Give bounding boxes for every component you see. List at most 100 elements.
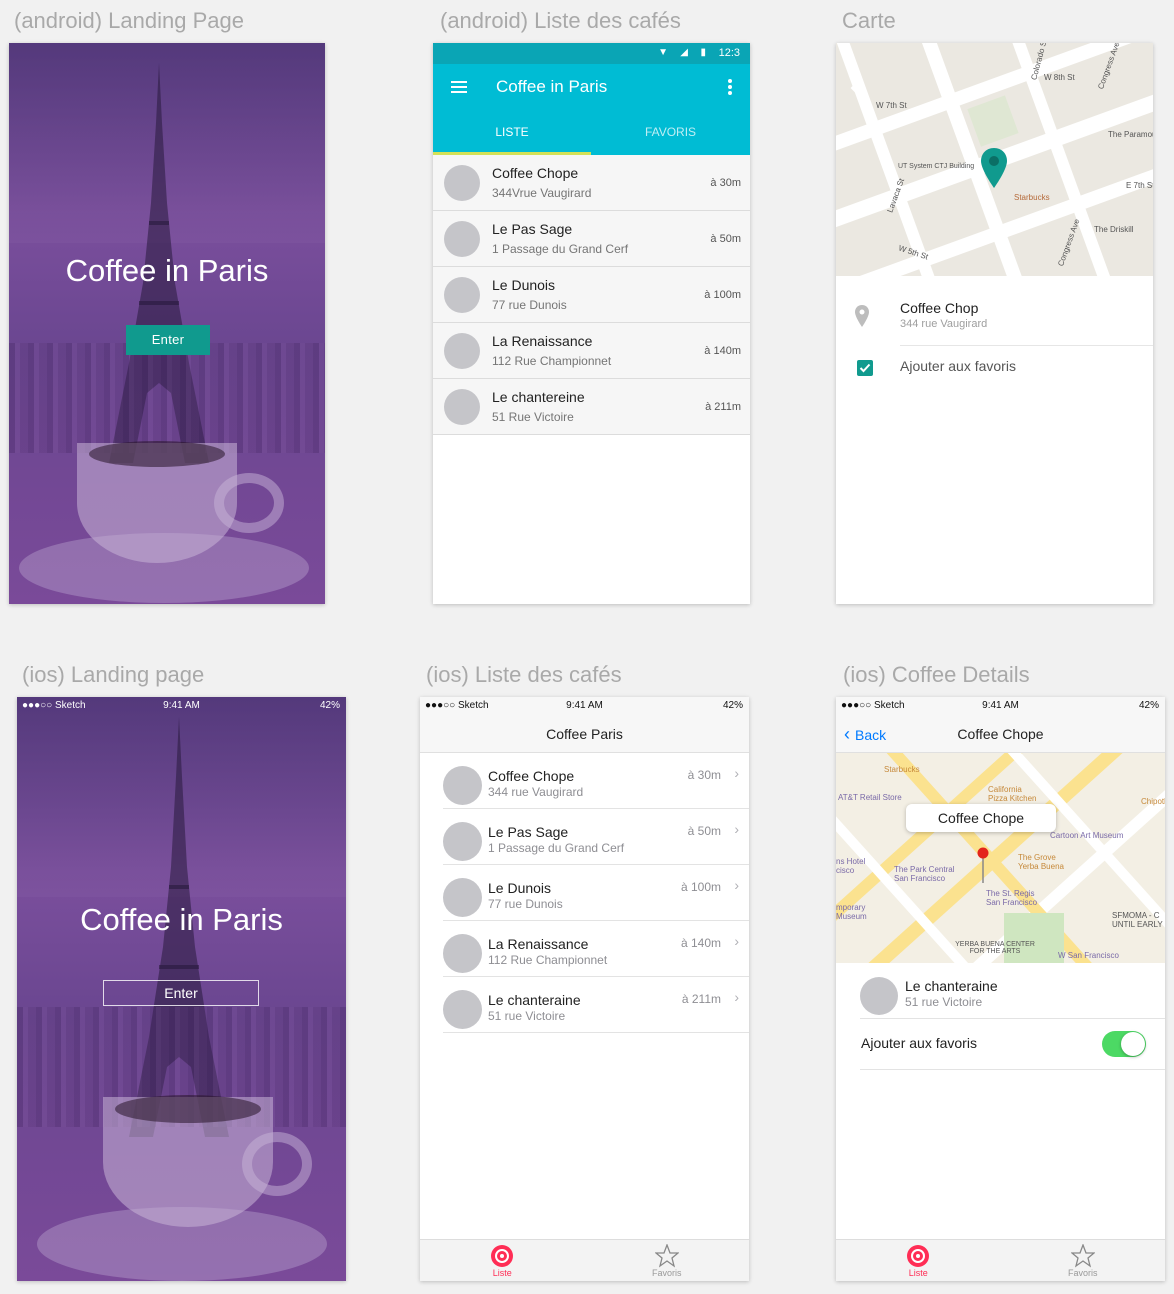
liste-tab-icon: [491, 1245, 514, 1267]
map-pin-icon[interactable]: [977, 847, 989, 883]
chevron-right-icon: ›: [734, 877, 739, 893]
cafe-address: 51 Rue Victoire: [492, 410, 574, 424]
nav-bar: Coffee Paris: [420, 715, 749, 753]
tab-bar: Liste Favoris: [836, 1239, 1165, 1281]
tab-favoris[interactable]: FAVORIS: [591, 111, 750, 155]
list-item[interactable]: Le Pas Sage 1 Passage du Grand Cerf à 50m ›: [443, 809, 749, 865]
ios-list-screen: ●●●○○ Sketch 9:41 AM 42% Coffee Paris Co…: [420, 697, 749, 1281]
map-label: YERBA BUENA CENTER FOR THE ARTS: [955, 941, 1035, 955]
cafe-address: 112 Rue Championnet: [492, 354, 612, 368]
cafe-distance: à 30m: [710, 177, 741, 189]
place-address: 51 rue Victoire: [905, 995, 983, 1009]
status-time: 12:3: [718, 47, 740, 59]
place-address: 344 rue Vaugirard: [900, 318, 988, 330]
cafe-name: Le Dunois: [492, 277, 556, 293]
coffee-surface-image: [89, 441, 225, 467]
map-label: W 8th St: [1044, 73, 1075, 82]
list-item[interactable]: Le chanteraine 51 rue Victoire à 211m ›: [443, 977, 749, 1033]
cafe-distance: à 50m: [687, 824, 721, 838]
favorite-label: Ajouter aux favoris: [861, 1035, 977, 1051]
cafe-distance: à 211m: [681, 992, 721, 1006]
chevron-right-icon: ›: [734, 933, 739, 949]
chevron-right-icon: ›: [734, 765, 739, 781]
battery-icon: ▮: [700, 47, 706, 58]
map-pin-icon[interactable]: [981, 148, 1007, 188]
avatar: [444, 389, 480, 425]
more-vert-icon[interactable]: [728, 79, 732, 95]
back-label: Back: [855, 727, 887, 743]
android-status-bar: ▼ ◢ ▮ 12:3: [433, 43, 750, 64]
ios-status-bar: ●●●○○ Sketch 9:41 AM 42%: [420, 697, 749, 715]
status-battery: 42%: [1138, 700, 1159, 711]
favorite-toggle[interactable]: [1102, 1031, 1146, 1057]
tab-label: Liste: [908, 1268, 928, 1278]
status-time: 9:41 AM: [982, 700, 1019, 711]
list-item[interactable]: Le Dunois 77 rue Dunois à 100m: [433, 267, 750, 323]
cafe-distance: à 140m: [680, 936, 721, 950]
avatar: [444, 333, 480, 369]
cafe-name: Le chantereine: [492, 389, 585, 405]
favorite-checkbox[interactable]: [857, 360, 873, 376]
liste-tab-icon: [907, 1245, 930, 1267]
cafe-name: Coffee Chope: [492, 165, 579, 181]
tab-liste[interactable]: Liste: [420, 1240, 585, 1281]
map-label: Starbucks: [1014, 193, 1050, 202]
list-item[interactable]: Coffee Chope 344 rue Vaugirard à 30m ›: [443, 753, 749, 809]
map-label: W 7th St: [876, 101, 907, 110]
tab-label: Favoris: [1067, 1268, 1098, 1278]
list-item[interactable]: Coffee Chope 344Vrue Vaugirard à 30m: [433, 155, 750, 211]
map-label: AT&T Retail Store: [838, 793, 902, 802]
back-chevron-icon: ‹: [844, 724, 855, 744]
map-view[interactable]: W 8th St W 7th St Colorado St Congress A…: [836, 43, 1153, 276]
status-battery: 42%: [319, 700, 340, 711]
tab-favoris[interactable]: Favoris: [1001, 1240, 1166, 1281]
ios-status-bar: ●●●○○ Sketch 9:41 AM 42%: [17, 697, 346, 715]
tab-liste[interactable]: Liste: [836, 1240, 1001, 1281]
cafe-address: 51 rue Victoire: [488, 1009, 566, 1023]
tab-bar: LISTE FAVORIS: [433, 111, 750, 155]
tab-liste[interactable]: LISTE: [433, 111, 591, 155]
cafe-name: Le Dunois: [488, 880, 552, 896]
list-item[interactable]: Le Dunois 77 rue Dunois à 100m ›: [443, 865, 749, 921]
star-icon: [1070, 1244, 1095, 1268]
avatar: [443, 822, 482, 861]
tab-favoris[interactable]: Favoris: [585, 1240, 750, 1281]
map-label: The St. Regis San Francisco: [986, 889, 1038, 907]
artboard-label-carte: Carte: [842, 8, 896, 33]
list-item[interactable]: La Renaissance 112 Rue Championnet à 140m: [433, 323, 750, 379]
map-label: California Pizza Kitchen: [988, 785, 1037, 803]
place-name: Le chanteraine: [905, 978, 998, 994]
menu-icon[interactable]: [451, 81, 467, 94]
location-pin-icon: [855, 305, 869, 327]
list-item[interactable]: Le Pas Sage 1 Passage du Grand Cerf à 50m: [433, 211, 750, 267]
enter-button[interactable]: Enter: [103, 980, 259, 1006]
back-button[interactable]: ‹ Back: [844, 715, 886, 754]
back-arrow-icon[interactable]: [850, 81, 866, 95]
ios-status-bar: ●●●○○ Sketch 9:41 AM 42%: [836, 697, 1165, 715]
map-callout[interactable]: Coffee Chope: [906, 804, 1056, 832]
toggle-knob: [1121, 1032, 1145, 1056]
signal-icon: ◢: [680, 47, 688, 58]
cafe-name: La Renaissance: [492, 333, 593, 349]
chevron-right-icon: ›: [734, 821, 739, 837]
enter-button[interactable]: Enter: [126, 325, 210, 355]
cafe-address: 1 Passage du Grand Cerf: [492, 242, 629, 256]
cafe-distance: à 100m: [704, 289, 741, 301]
map-view[interactable]: Starbucks California Pizza Kitchen AT&T …: [836, 753, 1165, 963]
city-skyline-image: [9, 343, 325, 453]
toolbar-title: Coffee in Paris: [496, 77, 608, 96]
android-list-screen: ▼ ◢ ▮ 12:3 Coffee in Paris LISTE FAVORIS…: [433, 43, 750, 604]
avatar: [443, 878, 482, 917]
avatar: [444, 277, 480, 313]
map-label: The Driskill: [1094, 225, 1134, 234]
list-item[interactable]: La Renaissance 112 Rue Championnet à 140m ›: [443, 921, 749, 977]
artboard-label-ios-details: (ios) Coffee Details: [843, 662, 1030, 687]
cafe-distance: à 211m: [705, 401, 741, 413]
artboard-label-android-landing: (android) Landing Page: [14, 8, 244, 33]
cafe-address: 77 rue Dunois: [488, 897, 563, 911]
cafe-address: 1 Passage du Grand Cerf: [488, 841, 625, 855]
cafe-name: La Renaissance: [488, 936, 589, 952]
list-item[interactable]: Le chantereine 51 Rue Victoire à 211m: [433, 379, 750, 435]
avatar: [443, 990, 482, 1029]
map-label: UT System CTJ Building: [898, 163, 975, 170]
